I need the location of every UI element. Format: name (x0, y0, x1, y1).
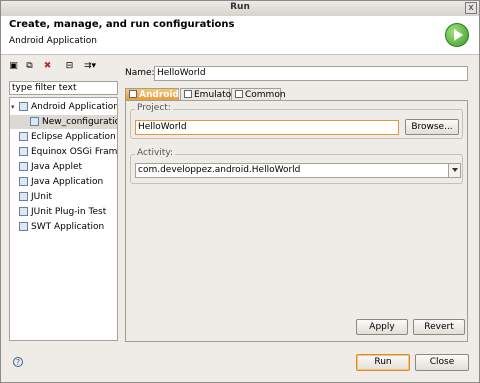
applet-icon (19, 162, 28, 171)
config-icon (30, 117, 39, 126)
swt-icon (19, 222, 28, 231)
tree-item-new-configuration[interactable]: New_configuration (10, 115, 117, 129)
apply-button[interactable]: Apply (356, 319, 408, 335)
config-toolbar: ▣ ⧉ ✖ ⊟ ⇉▾ (8, 61, 118, 75)
project-group: Project: HelloWorld Browse... (130, 103, 463, 139)
emulator-icon (184, 90, 192, 98)
header-title: Create, manage, and run configurations (9, 19, 235, 30)
tree-item-swt-application[interactable]: SWT Application (19, 220, 104, 234)
run-dialog: Run x Create, manage, and run configurat… (0, 0, 480, 383)
close-icon[interactable]: x (465, 2, 477, 14)
android-tab-icon (129, 90, 137, 98)
name-field[interactable]: HelloWorld (154, 66, 468, 81)
tree-item-label: Eclipse Application (31, 132, 116, 142)
tree-item-label: JUnit (31, 192, 52, 202)
tree-item-eclipse-application[interactable]: Eclipse Application (19, 130, 116, 144)
run-icon (445, 23, 469, 47)
osgi-icon (19, 147, 28, 156)
chevron-down-icon[interactable] (448, 164, 460, 177)
android-tab-panel: Project: HelloWorld Browse... Activity: … (125, 100, 468, 342)
header-subtitle: Android Application (9, 36, 97, 46)
filter-icon[interactable]: ⇉▾ (81, 61, 99, 72)
android-icon (19, 102, 28, 111)
project-field[interactable]: HelloWorld (135, 120, 399, 135)
tab-label: Common (245, 90, 286, 100)
tree-item-java-applet[interactable]: Java Applet (19, 160, 82, 174)
activity-select[interactable]: com.developpez.android.HelloWorld (135, 163, 461, 178)
activity-group-title: Activity: (135, 148, 176, 158)
junit-icon (19, 192, 28, 201)
tree-item-label: Java Application (31, 177, 104, 187)
name-label: Name: (125, 68, 155, 78)
java-app-icon (19, 177, 28, 186)
filter-input[interactable]: type filter text (9, 81, 118, 95)
project-group-title: Project: (135, 103, 173, 113)
activity-group: Activity: com.developpez.android.HelloWo… (130, 148, 463, 184)
revert-button[interactable]: Revert (413, 319, 465, 335)
tree-item-android-application[interactable]: ▾ Android Application (11, 100, 118, 114)
window-title: Run (230, 2, 250, 12)
tree-item-label: JUnit Plug-in Test (31, 207, 107, 217)
tree-item-junit[interactable]: JUnit (19, 190, 52, 204)
tab-label: Emulator (194, 90, 235, 100)
new-config-icon[interactable]: ▣ (8, 61, 19, 72)
delete-icon[interactable]: ✖ (42, 61, 53, 72)
browse-button[interactable]: Browse... (405, 119, 459, 135)
common-icon (235, 90, 243, 98)
tree-item-label: Equinox OSGi Frame (31, 147, 118, 157)
chevron-down-icon[interactable]: ▾ (11, 100, 19, 114)
collapse-all-icon[interactable]: ⊟ (64, 61, 75, 72)
tree-item-label: New_configuration (42, 117, 118, 127)
junit-plugin-icon (19, 207, 28, 216)
tree-item-equinox-osgi[interactable]: Equinox OSGi Frame (19, 145, 118, 159)
tree-item-label: Android Application (31, 102, 118, 112)
title-bar[interactable]: Run x (1, 1, 479, 17)
tree-item-label: SWT Application (31, 222, 105, 232)
tab-label: Android (139, 90, 179, 100)
dialog-header: Create, manage, and run configurations A… (1, 16, 479, 55)
tree-item-label: Java Applet (31, 162, 83, 172)
activity-value: com.developpez.android.HelloWorld (138, 165, 301, 175)
duplicate-icon[interactable]: ⧉ (24, 61, 35, 72)
pane-splitter[interactable] (119, 61, 121, 343)
close-button[interactable]: Close (415, 354, 469, 371)
config-tree: ▾ Android Application New_configuration E… (9, 97, 118, 341)
tree-item-java-application[interactable]: Java Application (19, 175, 103, 189)
eclipse-icon (19, 132, 28, 141)
tree-item-junit-plugin-test[interactable]: JUnit Plug-in Test (19, 205, 106, 219)
help-icon[interactable]: ? (13, 357, 23, 367)
run-button[interactable]: Run (356, 354, 410, 371)
